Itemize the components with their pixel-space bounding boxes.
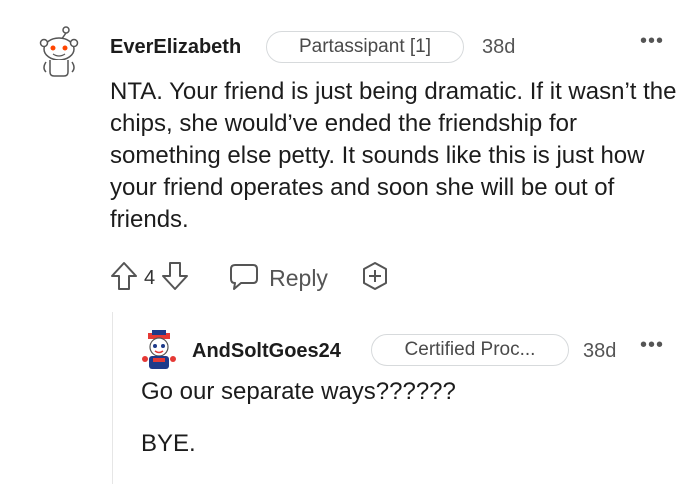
- downvote-icon[interactable]: [161, 261, 189, 296]
- award-plus-icon: [360, 261, 390, 296]
- reply-button[interactable]: Reply: [229, 261, 328, 296]
- user-avatar[interactable]: [36, 26, 82, 78]
- vote-count: 4: [144, 266, 156, 289]
- comment-bubble-icon: [229, 261, 259, 296]
- comment-action-bar: 4 Reply: [110, 260, 390, 296]
- reply-username[interactable]: AndSoltGoes24: [192, 340, 341, 363]
- reply-body-line-2: BYE.: [141, 430, 196, 457]
- comment-username[interactable]: EverElizabeth: [110, 36, 241, 59]
- more-options-button[interactable]: •••: [640, 30, 664, 53]
- reply-body-line-1: Go our separate ways??????: [141, 378, 456, 405]
- comment-timestamp[interactable]: 38d: [482, 36, 515, 59]
- reply-label: Reply: [269, 264, 328, 291]
- reply-more-options-button[interactable]: •••: [640, 334, 664, 357]
- thread-line[interactable]: [112, 312, 113, 484]
- reply-timestamp[interactable]: 38d: [583, 340, 616, 363]
- award-button[interactable]: [360, 261, 390, 296]
- comment-body: NTA. Your friend is just being dramatic.…: [110, 78, 677, 233]
- reply-avatar[interactable]: [140, 330, 178, 372]
- upvote-icon[interactable]: [110, 261, 138, 296]
- user-flair: Partassipant [1]: [266, 31, 464, 63]
- reply-user-flair: Certified Proc...: [371, 334, 569, 366]
